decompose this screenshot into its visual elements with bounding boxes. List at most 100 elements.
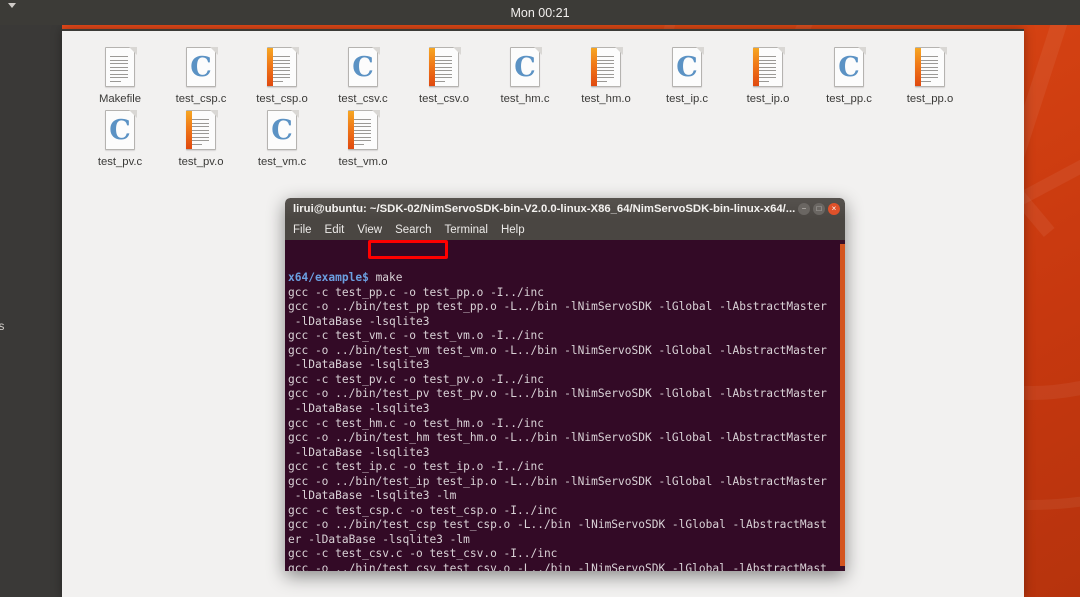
c-source-file-icon: C xyxy=(103,110,137,152)
page-fold-shape xyxy=(129,47,137,55)
page-fold-shape xyxy=(372,110,380,118)
terminal-output-run: er -lDataBase -lsqlite3 -lm xyxy=(288,532,470,546)
terminal-window-controls: − □ × xyxy=(798,202,840,215)
file-item[interactable]: Ctest_vm.c xyxy=(242,108,322,171)
file-item[interactable]: Ctest_csv.c xyxy=(323,45,403,108)
object-file-icon xyxy=(589,47,623,89)
menu-edit[interactable]: Edit xyxy=(325,224,345,236)
terminal-output-run: -lDataBase -lsqlite3 xyxy=(288,445,430,459)
menu-help[interactable]: Help xyxy=(501,224,525,236)
file-item[interactable]: Ctest_csp.c xyxy=(161,45,241,108)
top-panel: Mon 00:21 xyxy=(0,0,1080,25)
terminal-titlebar[interactable]: lirui@ubuntu: ~/SDK-02/NimServoSDK-bin-V… xyxy=(285,198,845,219)
file-item[interactable]: Ctest_ip.c xyxy=(647,45,727,108)
file-name-label: test_hm.c xyxy=(500,93,550,105)
file-item[interactable]: test_pp.o xyxy=(890,45,970,108)
c-source-file-icon: C xyxy=(184,47,218,89)
terminal-window[interactable]: lirui@ubuntu: ~/SDK-02/NimServoSDK-bin-V… xyxy=(285,198,845,571)
page-fold-shape xyxy=(291,47,299,55)
terminal-output-area[interactable]: x64/example$ make gcc -c test_pp.c -o tes… xyxy=(285,240,845,571)
terminal-output-line: gcc -o ../bin/test_csv test_csv.o -L../b… xyxy=(288,562,845,571)
file-name-label: Makefile xyxy=(98,93,142,105)
terminal-output-line: -lDataBase -lsqlite3 xyxy=(288,446,845,461)
file-item[interactable]: test_vm.o xyxy=(323,108,403,171)
file-item[interactable]: Makefile xyxy=(80,45,160,108)
terminal-output-run: gcc -c test_csp.c -o test_csp.o -I../inc xyxy=(288,503,558,517)
text-lines-glyph xyxy=(272,56,290,84)
terminal-output-line: gcc -c test_pp.c -o test_pp.o -I../inc xyxy=(288,286,845,301)
page-fold-shape xyxy=(615,47,623,55)
terminal-output-line: gcc -o ../bin/test_csp test_csp.o -L../b… xyxy=(288,518,845,533)
terminal-output-run: gcc -c test_pv.c -o test_pv.o -I../inc xyxy=(288,372,544,386)
object-file-icon xyxy=(346,110,380,152)
terminal-output-line: gcc -o ../bin/test_pv test_pv.o -L../bin… xyxy=(288,387,845,402)
orange-stripe xyxy=(186,111,192,149)
file-name-label: test_csv.c xyxy=(338,93,388,105)
terminal-menubar: File Edit View Search Terminal Help xyxy=(285,219,845,240)
terminal-minimize-button[interactable]: − xyxy=(798,202,810,215)
file-name-label: test_csp.o xyxy=(256,93,308,105)
terminal-output-run: gcc -o ../bin/test_ip test_ip.o -L../bin… xyxy=(288,474,827,488)
terminal-output-line: gcc -o ../bin/test_ip test_ip.o -L../bin… xyxy=(288,475,845,490)
file-item[interactable]: test_ip.o xyxy=(728,45,808,108)
terminal-output-run: gcc -o ../bin/test_pv test_pv.o -L../bin… xyxy=(288,387,827,401)
terminal-output-run: gcc -c test_pp.c -o test_pp.o -I../inc xyxy=(288,285,544,299)
menu-view[interactable]: View xyxy=(357,224,382,236)
panel-clock[interactable]: Mon 00:21 xyxy=(0,6,1080,20)
letter-c-glyph: C xyxy=(271,115,293,146)
file-name-label: test_ip.o xyxy=(746,93,790,105)
terminal-title: lirui@ubuntu: ~/SDK-02/NimServoSDK-bin-V… xyxy=(293,202,796,215)
letter-c-glyph: C xyxy=(190,52,212,83)
terminal-close-button[interactable]: × xyxy=(828,202,840,215)
terminal-output-run: gcc -o ../bin/test_hm test_hm.o -L../bin… xyxy=(288,431,827,445)
file-name-label: test_csp.c xyxy=(175,93,227,105)
sidebar-item-3[interactable]: cations xyxy=(0,321,4,333)
orange-stripe xyxy=(348,111,354,149)
c-source-file-icon: C xyxy=(346,47,380,89)
menu-terminal[interactable]: Terminal xyxy=(445,224,488,236)
c-source-file-icon: C xyxy=(832,47,866,89)
terminal-output-run: gcc -o ../bin/test_vm test_vm.o -L../bin… xyxy=(288,343,827,357)
c-source-file-icon: C xyxy=(508,47,542,89)
page-fold-shape xyxy=(939,47,947,55)
letter-c-glyph: C xyxy=(676,52,698,83)
terminal-output-line: -lDataBase -lsqlite3 xyxy=(288,358,845,373)
page-fold-shape xyxy=(210,110,218,118)
terminal-scrollbar-thumb[interactable] xyxy=(840,244,845,566)
menu-search[interactable]: Search xyxy=(395,224,431,236)
terminal-command-line: x64/example$ make xyxy=(288,271,845,286)
make-highlight-box xyxy=(368,240,448,259)
terminal-output-run: gcc -c test_hm.c -o test_hm.o -I../inc xyxy=(288,416,544,430)
terminal-output-run: -lDataBase -lsqlite3 xyxy=(288,314,430,328)
terminal-scrollbar[interactable] xyxy=(840,240,845,571)
sidebar-places-panel: ntsadsiskcations xyxy=(0,25,62,597)
file-item[interactable]: Ctest_hm.c xyxy=(485,45,565,108)
file-item[interactable]: Ctest_pp.c xyxy=(809,45,889,108)
terminal-output-run: -lDataBase -lsqlite3 xyxy=(288,358,430,372)
terminal-output-line: gcc -o ../bin/test_hm test_hm.o -L../bin… xyxy=(288,431,845,446)
letter-c-glyph: C xyxy=(352,52,374,83)
page-fold-shape xyxy=(453,47,461,55)
file-name-label: test_pv.c xyxy=(97,156,143,168)
text-lines-glyph xyxy=(758,56,776,84)
letter-c-glyph: C xyxy=(109,115,131,146)
menu-file[interactable]: File xyxy=(293,224,312,236)
terminal-output-line: gcc -c test_csp.c -o test_csp.o -I../inc xyxy=(288,504,845,519)
text-lines-glyph xyxy=(110,56,128,84)
file-item[interactable]: test_csp.o xyxy=(242,45,322,108)
file-item[interactable]: test_csv.o xyxy=(404,45,484,108)
terminal-maximize-button[interactable]: □ xyxy=(813,202,825,215)
orange-stripe xyxy=(915,48,921,86)
file-item[interactable]: test_pv.o xyxy=(161,108,241,171)
c-source-file-icon: C xyxy=(670,47,704,89)
terminal-prompt-path: x64/example$ xyxy=(288,271,376,285)
desktop: Mon 00:21 ntsadsiskcations ⌂ Home SDK-02… xyxy=(0,0,1080,597)
file-item[interactable]: test_hm.o xyxy=(566,45,646,108)
file-name-label: test_ip.c xyxy=(665,93,709,105)
terminal-output-run: -lDataBase -lsqlite3 -lm xyxy=(288,489,457,503)
terminal-output-run: gcc -c test_vm.c -o test_vm.o -I../inc xyxy=(288,329,544,343)
file-item[interactable]: Ctest_pv.c xyxy=(80,108,160,171)
object-file-icon xyxy=(913,47,947,89)
terminal-output-line: -lDataBase -lsqlite3 -lm xyxy=(288,489,845,504)
file-name-label: test_hm.o xyxy=(581,93,631,105)
